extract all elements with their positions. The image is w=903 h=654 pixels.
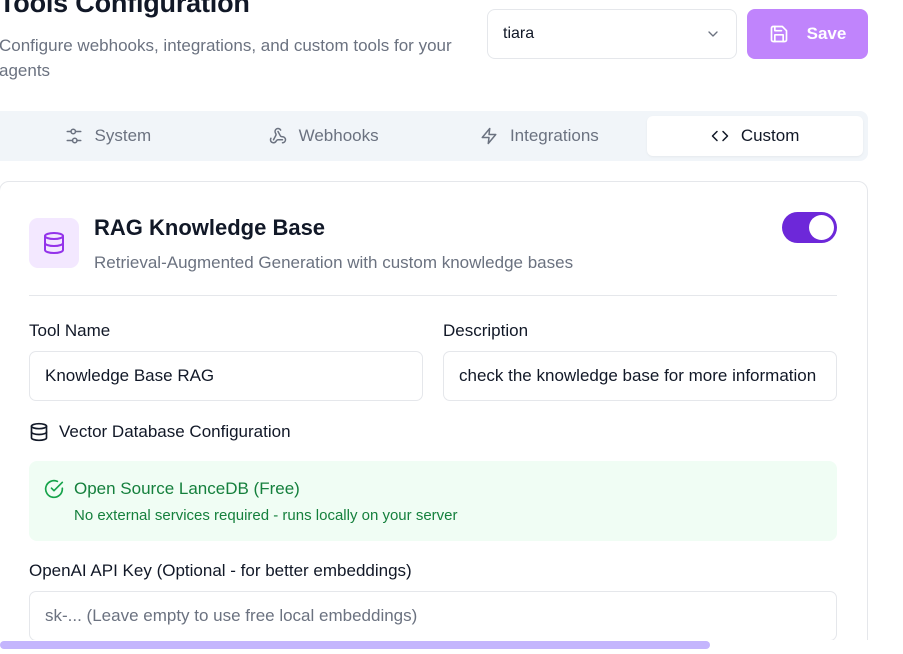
api-key-input[interactable] xyxy=(29,591,837,641)
code-icon xyxy=(711,130,729,142)
agent-select[interactable]: tiara xyxy=(487,9,737,59)
tab-integrations-label: Integrations xyxy=(509,126,599,145)
tab-webhooks[interactable]: Webhooks xyxy=(216,116,432,156)
rag-icon-box xyxy=(29,218,79,268)
database-icon xyxy=(44,232,64,254)
tab-custom-label: Custom xyxy=(740,126,800,145)
lancedb-notice: Open Source LanceDB (Free) No external s… xyxy=(29,461,837,541)
tab-system[interactable]: System xyxy=(0,116,216,156)
api-key-label: OpenAI API Key (Optional - for better em… xyxy=(29,561,412,580)
page-title: Tools Configuration xyxy=(0,0,250,18)
vector-db-heading: Vector Database Configuration xyxy=(29,422,291,442)
notice-description: No external services required - runs loc… xyxy=(74,507,458,524)
save-button[interactable]: Save xyxy=(747,9,868,59)
tool-name-input[interactable] xyxy=(29,351,423,401)
tab-custom[interactable]: Custom xyxy=(647,116,863,156)
save-button-label: Save xyxy=(806,24,847,43)
tool-name-label: Tool Name xyxy=(29,321,111,340)
tab-integrations[interactable]: Integrations xyxy=(432,116,648,156)
sliders-icon xyxy=(66,128,82,144)
tab-webhooks-label: Webhooks xyxy=(298,126,379,145)
zap-icon xyxy=(481,127,497,145)
notice-title: Open Source LanceDB (Free) xyxy=(74,479,300,498)
tab-system-label: System xyxy=(94,126,152,145)
toggle-knob xyxy=(809,215,834,240)
rag-enable-toggle[interactable] xyxy=(782,212,837,243)
tools-tabs: System Webhooks Integrations Custom xyxy=(0,111,868,161)
vector-db-label: Vector Database Configuration xyxy=(59,422,291,441)
check-circle-icon xyxy=(44,479,64,499)
webhook-icon xyxy=(269,127,286,144)
rag-title: RAG Knowledge Base xyxy=(94,215,326,240)
rag-tool-card xyxy=(0,181,868,654)
chevron-down-icon xyxy=(708,31,718,37)
description-input[interactable] xyxy=(443,351,837,401)
rag-subtitle: Retrieval-Augmented Generation with cust… xyxy=(94,253,574,272)
divider xyxy=(29,295,837,296)
save-icon xyxy=(770,25,787,43)
page-subtitle: Configure webhooks, integrations, and cu… xyxy=(0,36,452,80)
horizontal-scrollbar-thumb[interactable] xyxy=(0,641,710,649)
database-icon xyxy=(30,422,48,442)
description-label: Description xyxy=(443,321,529,340)
agent-select-value: tiara xyxy=(503,25,535,42)
